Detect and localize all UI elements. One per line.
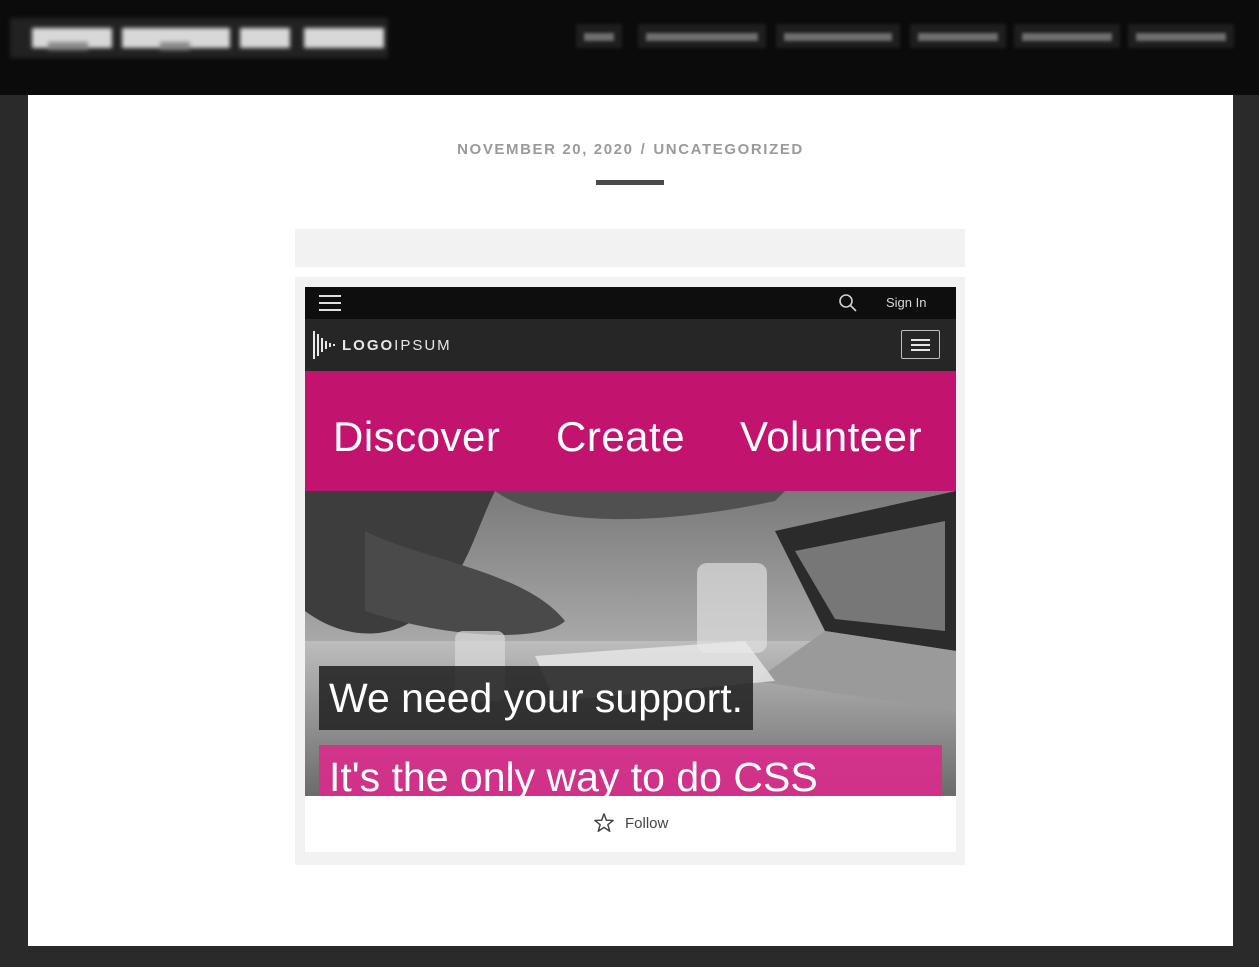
nav-item-redacted[interactable] xyxy=(776,24,900,48)
embed-nav-band: Discover Create Volunteer xyxy=(305,371,956,491)
search-icon[interactable] xyxy=(838,293,858,313)
embedded-site: Sign In LOGOIPSUM Discover Create Volunt… xyxy=(305,287,956,852)
post-meta: NOVEMBER 20, 2020 / UNCATEGORIZED xyxy=(28,141,1233,158)
logo[interactable]: LOGOIPSUM xyxy=(312,329,452,361)
post-date[interactable]: NOVEMBER 20, 2020 xyxy=(457,141,633,158)
hero-banner: We need your support. It's the only way … xyxy=(305,491,956,796)
hamburger-icon[interactable] xyxy=(319,294,341,312)
nav-link-discover[interactable]: Discover xyxy=(333,413,500,461)
sign-in-link[interactable]: Sign In xyxy=(886,295,926,310)
meta-separator: / xyxy=(640,141,647,158)
main-nav xyxy=(0,24,1259,48)
nav-item-redacted[interactable] xyxy=(1014,24,1120,48)
logo-text-bold: LOGO xyxy=(342,336,395,354)
nav-item-redacted[interactable] xyxy=(576,24,622,48)
post-category[interactable]: UNCATEGORIZED xyxy=(653,141,804,158)
logo-text-light: IPSUM xyxy=(394,336,452,354)
nav-item-redacted[interactable] xyxy=(1128,24,1234,48)
follow-label: Follow xyxy=(625,814,669,832)
embed-header-bar xyxy=(295,229,965,267)
nav-link-create[interactable]: Create xyxy=(556,413,685,461)
embed-brandbar: LOGOIPSUM xyxy=(305,319,956,371)
embed-topbar: Sign In xyxy=(305,287,956,319)
logo-text: LOGOIPSUM xyxy=(342,337,452,354)
nav-item-redacted[interactable] xyxy=(638,24,766,48)
nav-item-redacted[interactable] xyxy=(910,24,1006,48)
nav-link-volunteer[interactable]: Volunteer xyxy=(740,413,922,461)
star-icon xyxy=(594,813,614,832)
hero-headline: We need your support. xyxy=(319,666,754,730)
nav-toggle-button[interactable] xyxy=(901,330,940,359)
follow-button[interactable]: Follow xyxy=(593,812,668,834)
follow-bar: Follow xyxy=(305,796,956,852)
soundwave-logo-icon xyxy=(313,331,335,359)
embed-frame: Sign In LOGOIPSUM Discover Create Volunt… xyxy=(295,277,965,865)
site-header xyxy=(0,0,1259,95)
meta-divider xyxy=(596,180,664,185)
hero-subheadline: It's the only way to do CSS xyxy=(319,745,942,796)
main-content: NOVEMBER 20, 2020 / UNCATEGORIZED Sign In xyxy=(28,95,1233,946)
